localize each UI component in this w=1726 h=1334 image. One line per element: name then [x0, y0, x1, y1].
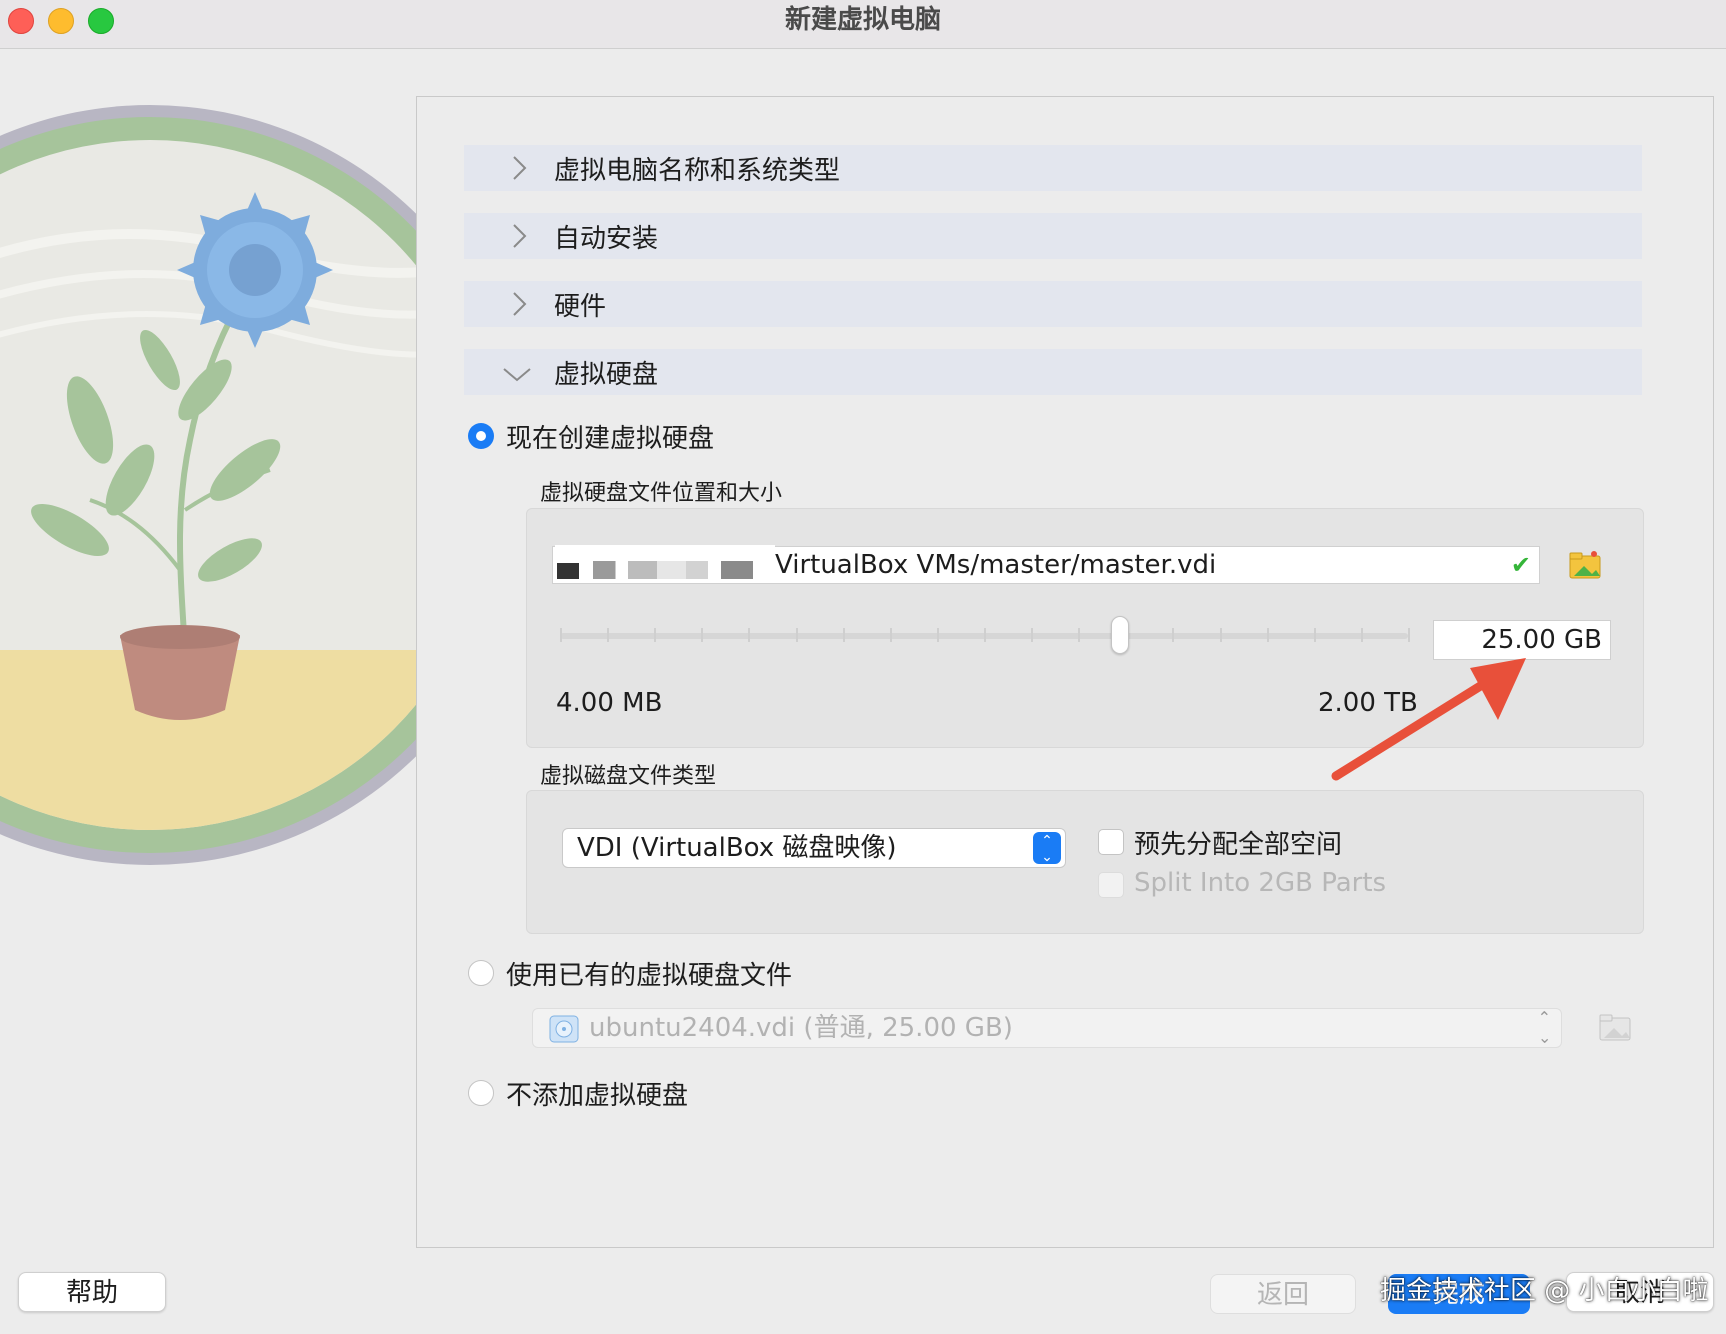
annotation-arrow: [1331, 658, 1526, 781]
create-disk-radio[interactable]: [468, 423, 494, 449]
help-button[interactable]: 帮助: [18, 1272, 166, 1312]
choose-folder-icon[interactable]: [1568, 548, 1602, 582]
slider-tick: [843, 628, 845, 642]
slider-tick: [1267, 628, 1269, 642]
preallocate-checkbox[interactable]: [1098, 829, 1124, 855]
window-title: 新建虚拟电脑: [784, 5, 941, 35]
slider-tick: [560, 628, 562, 642]
slider-tick: [890, 628, 892, 642]
file-type-select[interactable]: VDI (VirtualBox 磁盘映像) ⌃ ⌃: [562, 828, 1066, 868]
chevron-down-icon: [503, 368, 531, 382]
back-button[interactable]: 返回: [1210, 1274, 1356, 1314]
slider-tick: [1078, 628, 1080, 642]
slider-tick: [937, 628, 939, 642]
file-type-selected: VDI (VirtualBox 磁盘映像): [577, 833, 897, 863]
slider-tick: [654, 628, 656, 642]
slider-tick: [1220, 628, 1222, 642]
no-disk-label: 不添加虚拟硬盘: [506, 1081, 689, 1111]
slider-tick: [701, 628, 703, 642]
slider-tick: [1408, 628, 1410, 642]
window-titlebar: 新建虚拟电脑: [0, 0, 1726, 49]
slider-tick: [1361, 628, 1363, 642]
existing-disk-radio[interactable]: [468, 960, 494, 986]
redacted-path: [593, 561, 753, 579]
preallocate-label: 预先分配全部空间: [1134, 830, 1343, 860]
choose-disk-file-icon[interactable]: [1598, 1012, 1632, 1044]
valid-check-icon: ✔: [1510, 551, 1531, 579]
disk-path-field[interactable]: VirtualBox VMs/master/master.vdi ✔: [552, 545, 1540, 584]
section-label: 自动安装: [554, 223, 659, 254]
disk-path-text: VirtualBox VMs/master/master.vdi: [775, 550, 1217, 580]
section-label: 硬件: [554, 291, 607, 322]
existing-disk-label: 使用已有的虚拟硬盘文件: [506, 961, 793, 991]
slider-tick: [1031, 628, 1033, 642]
slider-tick: [984, 628, 986, 642]
select-stepper-icon: ⌃ ⌃: [1033, 832, 1061, 864]
slider-tick: [607, 628, 609, 642]
slider-tick: [1314, 628, 1316, 642]
select-arrows-icon: ⌃ ⌃: [1537, 1008, 1551, 1047]
no-disk-radio[interactable]: [468, 1080, 494, 1106]
section-virtual-disk[interactable]: 虚拟硬盘: [464, 349, 1642, 395]
watermark-text: 掘金技术社区 @ 小白小白啦: [1380, 1276, 1709, 1306]
split-parts-checkbox[interactable]: [1098, 872, 1124, 898]
section-unattended-install[interactable]: 自动安装: [464, 213, 1642, 259]
existing-disk-select[interactable]: ubuntu2404.vdi (普通, 25.00 GB) ⌃ ⌃: [532, 1008, 1562, 1048]
existing-disk-selected: ubuntu2404.vdi (普通, 25.00 GB): [589, 1013, 1013, 1043]
redacted-path: [555, 545, 775, 549]
file-type-label: 虚拟磁盘文件类型: [540, 764, 717, 789]
chevron-right-icon: [513, 292, 527, 316]
section-label: 虚拟电脑名称和系统类型: [554, 155, 841, 186]
section-name-os-type[interactable]: 虚拟电脑名称和系统类型: [464, 145, 1642, 191]
slider-tick: [1172, 628, 1174, 642]
size-min-label: 4.00 MB: [556, 688, 663, 718]
slider-tick: [748, 628, 750, 642]
disk-size-slider-thumb[interactable]: [1111, 616, 1129, 654]
location-size-label: 虚拟硬盘文件位置和大小: [540, 481, 783, 506]
split-parts-label: Split Into 2GB Parts: [1134, 868, 1387, 898]
create-disk-label: 现在创建虚拟硬盘: [506, 424, 715, 454]
chevron-right-icon: [513, 156, 527, 180]
redacted-path: [557, 563, 579, 579]
slider-tick: [796, 628, 798, 642]
section-label: 虚拟硬盘: [554, 359, 659, 390]
section-hardware[interactable]: 硬件: [464, 281, 1642, 327]
chevron-right-icon: [513, 224, 527, 248]
disk-image-icon: [549, 1015, 579, 1043]
